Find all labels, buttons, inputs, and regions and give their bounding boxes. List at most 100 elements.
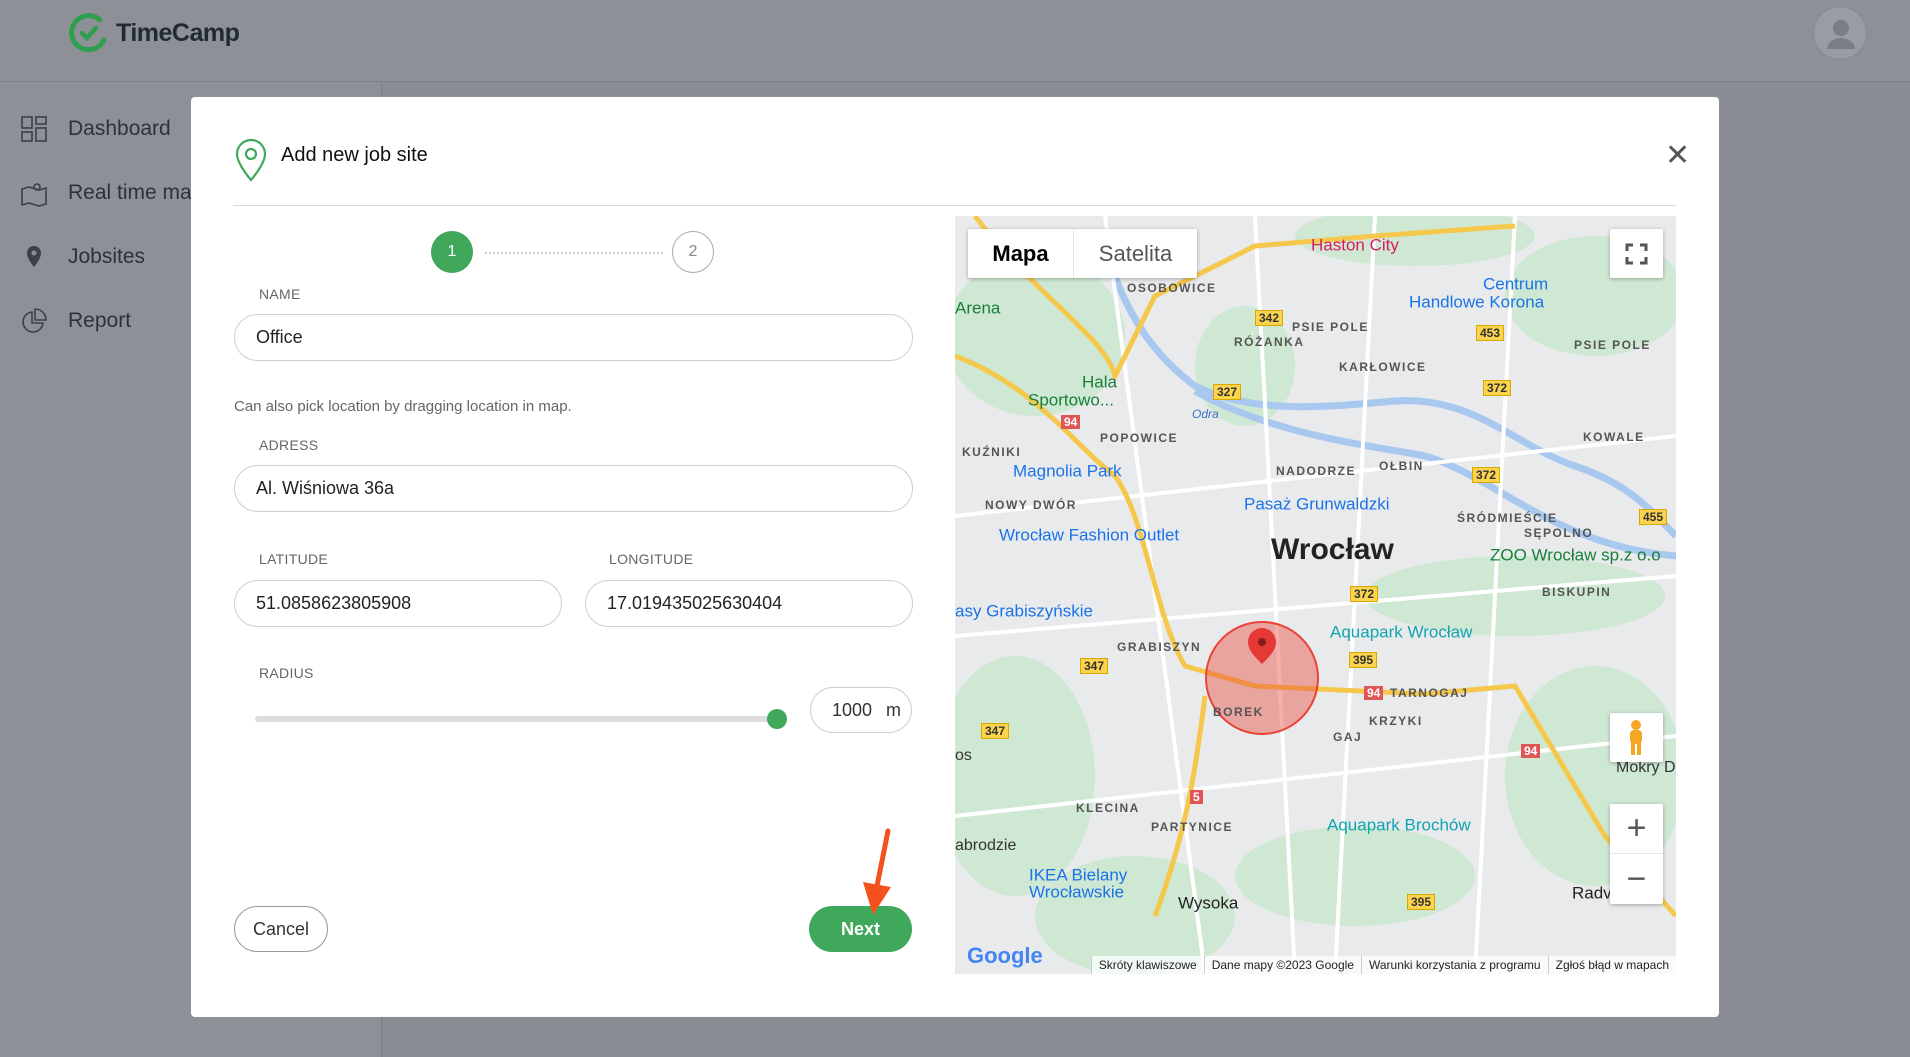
road-shield: 5 xyxy=(1190,790,1203,804)
sidebar-item-dashboard[interactable]: Dashboard xyxy=(20,115,171,143)
road-shield: 395 xyxy=(1349,652,1378,668)
map-label: GAJ xyxy=(1333,730,1363,744)
name-input[interactable]: Office xyxy=(234,314,913,361)
modal-title: Add new job site xyxy=(281,144,428,166)
road-shield: 372 xyxy=(1472,467,1501,483)
map-label: Radv xyxy=(1572,883,1612,903)
zoom-in-button[interactable]: + xyxy=(1610,804,1663,854)
map-label: Arena xyxy=(955,298,1001,318)
map-label: RÓŻANKA xyxy=(1234,335,1305,349)
road-shield: 453 xyxy=(1476,325,1505,341)
map-label: SĘPOLNO xyxy=(1524,526,1594,540)
zoom-out-button[interactable]: − xyxy=(1610,854,1663,904)
divider xyxy=(233,205,1676,206)
sidebar-item-report[interactable]: Report xyxy=(20,307,131,335)
map-label: Wysoka xyxy=(1178,893,1239,913)
road-shield: 94 xyxy=(1061,415,1081,429)
map-label: ŚRÓDMIEŚCIE xyxy=(1457,511,1558,525)
user-avatar[interactable] xyxy=(1813,6,1867,60)
longitude-input[interactable]: 17.019435025630404 xyxy=(585,580,913,627)
location-pin-icon xyxy=(235,138,267,182)
location-pin-icon xyxy=(27,246,41,267)
latitude-label: LATITUDE xyxy=(259,551,329,567)
map-label: OŁBIN xyxy=(1379,459,1424,473)
map-data-text: Dane mapy ©2023 Google xyxy=(1203,956,1361,974)
latitude-input[interactable]: 51.0858623805908 xyxy=(234,580,562,627)
minus-icon: − xyxy=(1626,859,1647,898)
map-label: TARNOGAJ xyxy=(1390,686,1469,700)
dashboard-icon xyxy=(21,116,47,142)
map-city-label: Wrocław xyxy=(1271,533,1394,566)
map-label: IKEA Bielany xyxy=(1029,865,1128,885)
map-label: Wrocławskie xyxy=(1029,882,1125,902)
helper-text: Can also pick location by dragging locat… xyxy=(234,398,572,415)
map-label: KRZYKI xyxy=(1369,714,1423,728)
name-label: NAME xyxy=(259,286,301,302)
sidebar-item-label: Jobsites xyxy=(68,245,146,268)
plus-icon: + xyxy=(1626,809,1647,847)
map-label: KUŹNIKI xyxy=(962,445,1022,459)
pegman-icon xyxy=(1630,720,1642,755)
step-connector xyxy=(485,252,663,254)
map-label: PSIE POLE xyxy=(1574,338,1651,352)
timecamp-logo[interactable]: TimeCamp xyxy=(68,12,240,54)
map-view[interactable]: Haston City Centrum Handlowe Korona OSOB… xyxy=(955,216,1676,974)
radius-input[interactable]: 1000 m xyxy=(810,687,912,733)
road-shield: 327 xyxy=(1213,384,1242,400)
map-label: abrodzie xyxy=(955,837,1017,854)
road-shield: 342 xyxy=(1255,310,1284,326)
sidebar-item-jobsites[interactable]: Jobsites xyxy=(20,243,145,271)
report-error-link[interactable]: Zgłoś błąd w mapach xyxy=(1547,956,1676,974)
map-label: GRABISZYN xyxy=(1117,640,1202,654)
address-input[interactable]: Al. Wiśniowa 36a xyxy=(234,465,913,512)
map-attribution: Skróty klawiszowe Dane mapy ©2023 Google… xyxy=(955,956,1676,974)
radius-slider[interactable] xyxy=(255,716,779,722)
map-label: PARTYNICE xyxy=(1151,820,1233,834)
map-label: NADODRZE xyxy=(1276,464,1356,478)
map-tab-satelita[interactable]: Satelita xyxy=(1074,229,1197,278)
sidebar-item-real-time-map[interactable]: Real time ma xyxy=(20,179,192,207)
road-shield: 372 xyxy=(1483,380,1512,396)
fullscreen-icon xyxy=(1625,243,1648,265)
radius-slider-handle[interactable] xyxy=(767,709,787,729)
road-shield: 347 xyxy=(981,723,1010,739)
keyboard-shortcuts-link[interactable]: Skróty klawiszowe xyxy=(1090,956,1204,974)
map-label: Haston City xyxy=(1311,235,1399,255)
road-shield: 395 xyxy=(1407,894,1436,910)
address-label: ADRESS xyxy=(259,437,319,453)
terms-link[interactable]: Warunki korzystania z programu xyxy=(1360,956,1548,974)
road-shield: 455 xyxy=(1639,509,1668,525)
map-label: Aquapark Brochów xyxy=(1327,815,1471,835)
sidebar-item-label: Dashboard xyxy=(68,117,171,140)
map-label: Mokry D xyxy=(1616,759,1676,776)
app-name: TimeCamp xyxy=(116,18,240,47)
step-2-indicator: 2 xyxy=(672,231,714,273)
map-label: BOREK xyxy=(1213,705,1264,719)
radius-unit: m xyxy=(886,699,901,720)
close-button[interactable]: ✕ xyxy=(1665,141,1690,171)
map-label: Handlowe Korona xyxy=(1409,292,1545,312)
map-tab-mapa[interactable]: Mapa xyxy=(968,229,1074,278)
zoom-controls: + − xyxy=(1610,804,1663,904)
map-label: Magnolia Park xyxy=(1013,461,1122,481)
fullscreen-button[interactable] xyxy=(1610,229,1663,278)
longitude-label: LONGITUDE xyxy=(609,551,694,567)
top-header: TimeCamp xyxy=(0,0,1910,82)
road-shield: 94 xyxy=(1521,744,1541,758)
street-view-pegman[interactable] xyxy=(1610,713,1663,762)
map-label: NOWY DWÓR xyxy=(985,498,1077,512)
radius-label: RADIUS xyxy=(259,665,314,681)
map-label: os xyxy=(955,747,972,764)
map-label: POPOWICE xyxy=(1100,431,1179,445)
step-1-indicator: 1 xyxy=(431,231,473,273)
sidebar-item-label: Real time ma xyxy=(68,181,192,204)
sidebar-item-label: Report xyxy=(68,309,132,332)
radius-value: 1000 xyxy=(831,699,872,720)
map-icon xyxy=(21,183,47,207)
map-label: Aquapark Wrocław xyxy=(1330,622,1473,642)
map-label: Odra xyxy=(1192,407,1219,421)
map-label: Hala xyxy=(1082,372,1117,392)
cancel-button[interactable]: Cancel xyxy=(234,906,328,952)
road-shield: 94 xyxy=(1364,686,1384,700)
map-type-control: Mapa Satelita xyxy=(968,229,1197,278)
